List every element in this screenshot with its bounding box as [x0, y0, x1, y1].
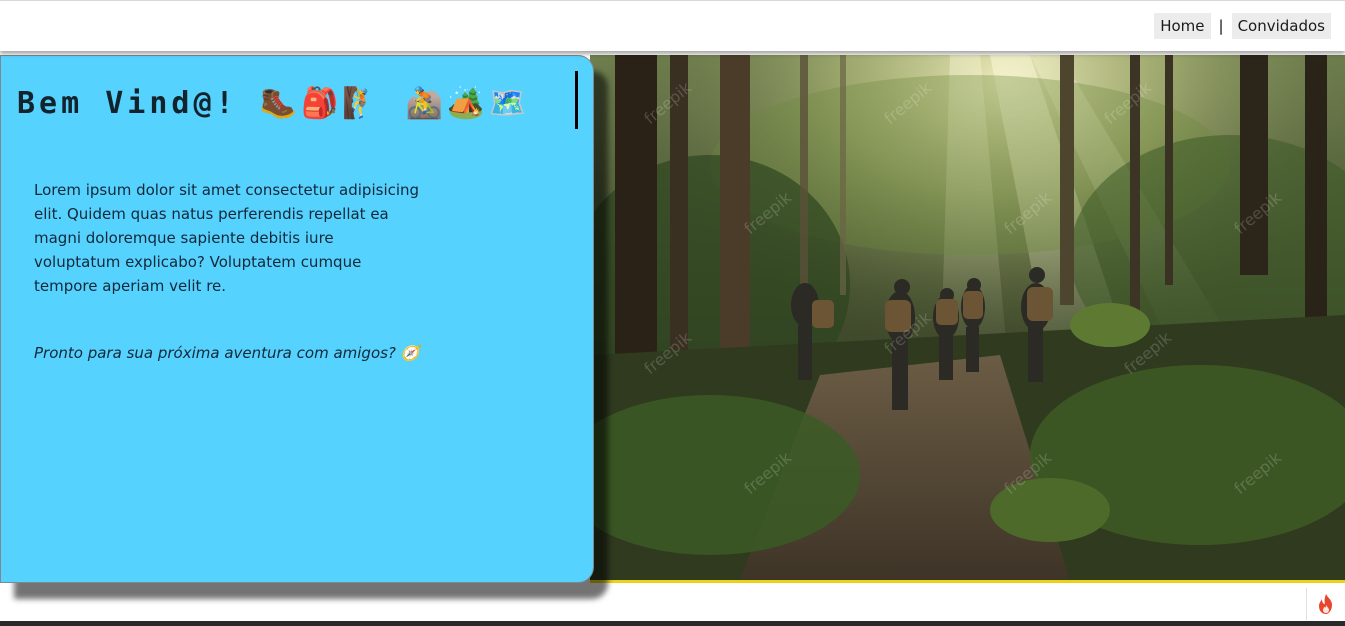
fire-badge-button[interactable] [1306, 588, 1345, 620]
typing-cursor [575, 71, 578, 129]
fire-icon [1319, 594, 1332, 614]
welcome-body-text: Lorem ipsum dolor sit amet consectetur a… [34, 181, 420, 295]
forest-hikers-photo: freepik freepik freepik freepik freepik … [590, 55, 1345, 580]
footer-strip [0, 583, 1345, 621]
main-nav: Home | Convidados [1154, 13, 1331, 39]
bottom-border [0, 621, 1345, 626]
welcome-card: Bem Vind@! 🥾🎒🧗 🚵🏕️🗺️ Lorem ipsum dolor s… [0, 55, 594, 583]
hero-image: freepik freepik freepik freepik freepik … [590, 55, 1345, 583]
page: Home | Convidados freepik freepik freepi… [0, 0, 1345, 626]
nav-separator: | [1218, 17, 1224, 35]
welcome-title: Bem Vind@! 🥾🎒🧗 🚵🏕️🗺️ [17, 86, 530, 121]
welcome-tagline: Pronto para sua próxima aventura com ami… [34, 344, 420, 362]
nav-guests-link[interactable]: Convidados [1231, 13, 1331, 39]
top-navbar: Home | Convidados [0, 0, 1345, 51]
nav-home-link[interactable]: Home [1154, 13, 1211, 39]
